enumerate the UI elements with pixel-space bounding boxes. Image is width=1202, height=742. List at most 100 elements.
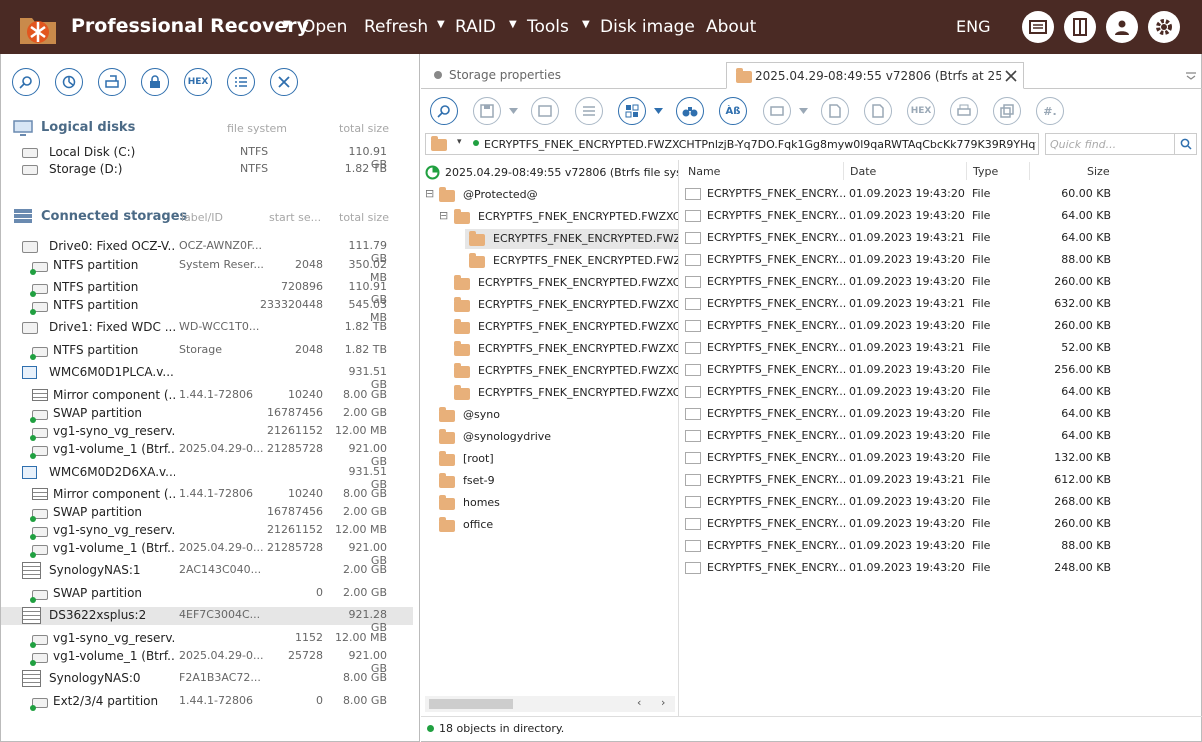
- tree-node[interactable]: ECRYPTFS_FNEK_ENCRYPTED.FWZXCHTPnlzjB: [465, 229, 678, 249]
- file-row[interactable]: ECRYPTFS_FNEK_ENCRY... 01.09.2023 19:43:…: [680, 337, 1120, 359]
- col-size[interactable]: Size: [1087, 165, 1110, 178]
- tab-storage-properties[interactable]: Storage properties: [421, 62, 725, 89]
- storage-row[interactable]: SynologyNAS:1 2AC143C040... 2.00 GB: [1, 562, 413, 580]
- file-row[interactable]: ECRYPTFS_FNEK_ENCRY... 01.09.2023 19:43:…: [680, 381, 1120, 403]
- col-divider[interactable]: [843, 162, 844, 180]
- storage-row[interactable]: vg1-syno_vg_reserv... 21261152 12.00 MB: [1, 522, 413, 540]
- file-row[interactable]: ECRYPTFS_FNEK_ENCRY... 01.09.2023 19:43:…: [680, 315, 1120, 337]
- tree-node[interactable]: ⊟ ECRYPTFS_FNEK_ENCRYPTED.FWZXCHTPnlzjB: [421, 207, 678, 227]
- logical-disk-row[interactable]: Local Disk (C:) NTFS 110.91 GB: [1, 144, 413, 171]
- expand-toggle-icon[interactable]: ⊟: [425, 187, 434, 200]
- search-button[interactable]: [12, 68, 40, 96]
- tree-node[interactable]: ECRYPTFS_FNEK_ENCRYPTED.FWZXCHTPnlzjB: [421, 361, 678, 381]
- panel-toggle-button[interactable]: [1064, 11, 1096, 43]
- storage-row[interactable]: vg1-volume_1 (Btrf... 2025.04.29-0... 21…: [1, 441, 413, 468]
- file-row[interactable]: ECRYPTFS_FNEK_ENCRY... 01.09.2023 19:43:…: [680, 447, 1120, 469]
- tree-root[interactable]: 2025.04.29-08:49:55 v72806 (Btrfs file s…: [425, 163, 678, 183]
- encryption-button[interactable]: [141, 68, 169, 96]
- filter-dropdown-icon[interactable]: [799, 108, 808, 114]
- file-row[interactable]: ECRYPTFS_FNEK_ENCRY... 01.09.2023 19:43:…: [680, 183, 1120, 205]
- list-view-button[interactable]: [575, 97, 603, 125]
- col-divider[interactable]: [966, 162, 967, 180]
- create-image-button[interactable]: [98, 68, 126, 96]
- quick-find-input[interactable]: Quick find...: [1045, 133, 1197, 155]
- tree-node[interactable]: office: [421, 515, 678, 535]
- logical-disk-row[interactable]: Storage (D:) NTFS 1.82 TB: [1, 161, 413, 179]
- tree-node[interactable]: [root]: [421, 449, 678, 469]
- open-menu-arrow-icon[interactable]: ▼: [283, 19, 291, 30]
- binoculars-button[interactable]: [676, 97, 704, 125]
- file-row[interactable]: ECRYPTFS_FNEK_ENCRY... 01.09.2023 19:43:…: [680, 557, 1120, 579]
- storage-row[interactable]: WMC6M0D2D6XA.v... 931.51 GB: [1, 464, 413, 491]
- save-files-button[interactable]: [473, 97, 501, 125]
- view-dropdown-icon[interactable]: [654, 108, 663, 114]
- storage-row[interactable]: NTFS partition 233320448 545.03 MB: [1, 297, 413, 324]
- col-type[interactable]: Type: [973, 165, 998, 178]
- close-tab-icon[interactable]: [1005, 70, 1017, 82]
- storage-row[interactable]: NTFS partition 720896 110.91 GB: [1, 279, 413, 306]
- col-name[interactable]: Name: [688, 165, 720, 178]
- text-search-button[interactable]: Àß: [719, 97, 747, 125]
- tree-node[interactable]: ECRYPTFS_FNEK_ENCRYPTED.FWZXCHTPnlzjB: [421, 317, 678, 337]
- file-properties-button[interactable]: [821, 97, 849, 125]
- path-history-icon[interactable]: ▾: [457, 137, 462, 147]
- storage-row[interactable]: vg1-volume_1 (Btrf... 2025.04.29-0... 25…: [1, 648, 413, 675]
- storage-row[interactable]: DS3622xsplus:2 4EF7C3004C... 921.28 GB: [1, 607, 413, 634]
- menu-about[interactable]: About: [706, 17, 756, 37]
- tree-node[interactable]: ECRYPTFS_FNEK_ENCRYPTED.FWZXCHTPnlzjB: [421, 273, 678, 293]
- open-file-button[interactable]: [864, 97, 892, 125]
- storage-row[interactable]: SynologyNAS:0 F2A1B3AC72... 8.00 GB: [1, 670, 413, 688]
- file-row[interactable]: ECRYPTFS_FNEK_ENCRY... 01.09.2023 19:43:…: [680, 513, 1120, 535]
- tree-node[interactable]: ECRYPTFS_FNEK_ENCRYPTED.FWZXCHTPnlzjB: [421, 295, 678, 315]
- path-bar[interactable]: ▾ ECRYPTFS_FNEK_ENCRYPTED.FWZXCHTPnlzjB-…: [425, 133, 1039, 155]
- tree-node[interactable]: fset-9: [421, 471, 678, 491]
- storage-row[interactable]: Drive1: Fixed WDC ... WD-WCC1T0... 1.82 …: [1, 319, 413, 337]
- raid-menu-arrow-icon[interactable]: ▼: [437, 19, 445, 30]
- path-text[interactable]: ECRYPTFS_FNEK_ENCRYPTED.FWZXCHTPnlzjB-Yq…: [484, 138, 1036, 151]
- storage-row[interactable]: SWAP partition 16787456 2.00 GB: [1, 504, 413, 522]
- tree-node[interactable]: ECRYPTFS_FNEK_ENCRYPTED.FWZXCHTPnlzjB: [421, 339, 678, 359]
- storage-row[interactable]: vg1-volume_1 (Btrf... 2025.04.29-0... 21…: [1, 540, 413, 567]
- col-date[interactable]: Date: [850, 165, 876, 178]
- checksum-button[interactable]: #.: [1036, 97, 1064, 125]
- quick-find-button[interactable]: [1174, 134, 1196, 154]
- file-row[interactable]: ECRYPTFS_FNEK_ENCRY... 01.09.2023 19:43:…: [680, 403, 1120, 425]
- scroll-right-icon[interactable]: ›: [661, 696, 665, 709]
- view-mode-button[interactable]: [618, 97, 646, 125]
- storage-row[interactable]: Mirror component (... 1.44.1-72806 10240…: [1, 387, 413, 405]
- language-selector[interactable]: ENG: [956, 17, 990, 36]
- col-divider[interactable]: [1029, 162, 1030, 180]
- storage-row[interactable]: vg1-syno_vg_reserv... 1152 12.00 MB: [1, 630, 413, 648]
- file-row[interactable]: ECRYPTFS_FNEK_ENCRY... 01.09.2023 19:43:…: [680, 359, 1120, 381]
- file-row[interactable]: ECRYPTFS_FNEK_ENCRY... 01.09.2023 19:43:…: [680, 535, 1120, 557]
- tab-list-chevron-icon[interactable]: [1186, 72, 1196, 80]
- scan-button[interactable]: [55, 68, 83, 96]
- copy-button[interactable]: [993, 97, 1021, 125]
- storage-row[interactable]: SWAP partition 0 2.00 GB: [1, 585, 413, 603]
- expand-toggle-icon[interactable]: ⊟: [439, 209, 448, 222]
- tree-node[interactable]: ⊟ @Protected@: [421, 185, 678, 205]
- menu-open[interactable]: Open: [302, 17, 347, 37]
- filter-button[interactable]: [763, 97, 791, 125]
- account-button[interactable]: [1106, 11, 1138, 43]
- file-row[interactable]: ECRYPTFS_FNEK_ENCRY... 01.09.2023 19:43:…: [680, 425, 1120, 447]
- preview-button[interactable]: [531, 97, 559, 125]
- tree-node[interactable]: @synologydrive: [421, 427, 678, 447]
- storage-row[interactable]: NTFS partition System Reser... 2048 350.…: [1, 257, 413, 284]
- file-row[interactable]: ECRYPTFS_FNEK_ENCRY... 01.09.2023 19:43:…: [680, 249, 1120, 271]
- file-row[interactable]: ECRYPTFS_FNEK_ENCRY... 01.09.2023 19:43:…: [680, 491, 1120, 513]
- settings-button[interactable]: [1148, 11, 1180, 43]
- scroll-left-icon[interactable]: ‹: [637, 696, 641, 709]
- tools-menu-arrow-icon[interactable]: ▼: [509, 19, 517, 30]
- tree-node[interactable]: ECRYPTFS_FNEK_ENCRYPTED.FWZXCHTPnlzjB: [465, 251, 678, 271]
- hex-view-button[interactable]: HEX: [907, 97, 935, 125]
- menu-disk-image[interactable]: Disk image: [600, 17, 695, 37]
- print-button[interactable]: [950, 97, 978, 125]
- tree-node[interactable]: ECRYPTFS_FNEK_ENCRYPTED.FWZXCHTPnlzjB: [421, 383, 678, 403]
- find-button[interactable]: [430, 97, 458, 125]
- properties-button[interactable]: [227, 68, 255, 96]
- tab-file-system[interactable]: 2025.04.29-08:49:55 v72806 (Btrfs at 257…: [726, 62, 1024, 89]
- tree-node[interactable]: @syno: [421, 405, 678, 425]
- log-button[interactable]: [1022, 11, 1054, 43]
- save-dropdown-icon[interactable]: [509, 108, 518, 114]
